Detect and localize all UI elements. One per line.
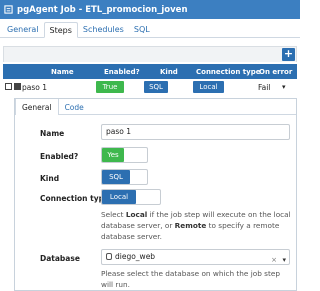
dialog-titlebar: pgAgent Job - ETL_promocion_joven: [0, 0, 300, 19]
row-connection-badge[interactable]: Local: [193, 81, 224, 93]
row-kind-badge[interactable]: SQL: [144, 81, 168, 93]
connection-type-label: Connection type: [40, 194, 102, 203]
connection-type-toggle[interactable]: Local: [101, 189, 161, 205]
add-step-button[interactable]: +: [282, 48, 295, 61]
column-header-enabled: Enabled?: [104, 68, 140, 76]
step-tab-code[interactable]: Code: [59, 99, 90, 115]
step-tab-general[interactable]: General: [15, 99, 59, 115]
enabled-toggle-value: Yes: [102, 148, 124, 162]
column-header-kind: Kind: [160, 68, 178, 76]
steps-grid-header: Name Enabled? Kind Connection type On er…: [3, 64, 297, 79]
database-help: Please select the database on which the …: [101, 269, 280, 289]
tab-schedules[interactable]: Schedules: [78, 21, 129, 37]
tab-steps[interactable]: Steps: [43, 22, 78, 38]
name-label: Name: [40, 129, 65, 138]
table-row[interactable]: paso 1 True SQL Local Fail ▾: [3, 80, 297, 95]
kind-toggle[interactable]: SQL: [101, 169, 148, 185]
step-detail-panel: General Code Name paso 1 Enabled? Yes Ki…: [14, 98, 297, 291]
row-enabled-badge[interactable]: True: [96, 81, 124, 93]
database-select[interactable]: diego_web × ▾: [101, 249, 290, 265]
clear-icon[interactable]: ×: [271, 253, 277, 267]
dialog-tabs: General Steps Schedules SQL: [0, 21, 300, 38]
row-name: paso 1: [22, 83, 48, 92]
tab-general[interactable]: General: [2, 21, 44, 37]
database-value: diego_web: [115, 252, 156, 261]
chevron-down-icon[interactable]: ▾: [282, 83, 286, 91]
connection-type-toggle-value: Local: [102, 190, 136, 204]
column-header-connection-type: Connection type: [196, 68, 261, 76]
row-on-error[interactable]: Fail: [258, 83, 270, 92]
kind-toggle-value: SQL: [102, 170, 130, 184]
edit-row-icon[interactable]: [5, 83, 12, 90]
tab-sql[interactable]: SQL: [129, 21, 155, 37]
name-input[interactable]: paso 1: [101, 124, 290, 140]
step-detail-tabs: General Code: [15, 99, 296, 115]
database-icon: [106, 253, 112, 260]
enabled-label: Enabled?: [40, 152, 79, 161]
chevron-down-icon[interactable]: ▾: [282, 253, 286, 267]
enabled-toggle[interactable]: Yes: [101, 147, 148, 163]
column-header-on-error: On error: [259, 68, 293, 76]
kind-label: Kind: [40, 174, 60, 183]
delete-row-icon[interactable]: [14, 83, 21, 90]
steps-toolbar: +: [3, 46, 297, 62]
column-header-name: Name: [51, 68, 74, 76]
pgagent-job-icon: [4, 5, 13, 14]
database-label: Database: [40, 254, 80, 263]
dialog-title: pgAgent Job - ETL_promocion_joven: [17, 4, 188, 15]
connection-type-help: Select Local if the job step will execut…: [101, 210, 291, 241]
